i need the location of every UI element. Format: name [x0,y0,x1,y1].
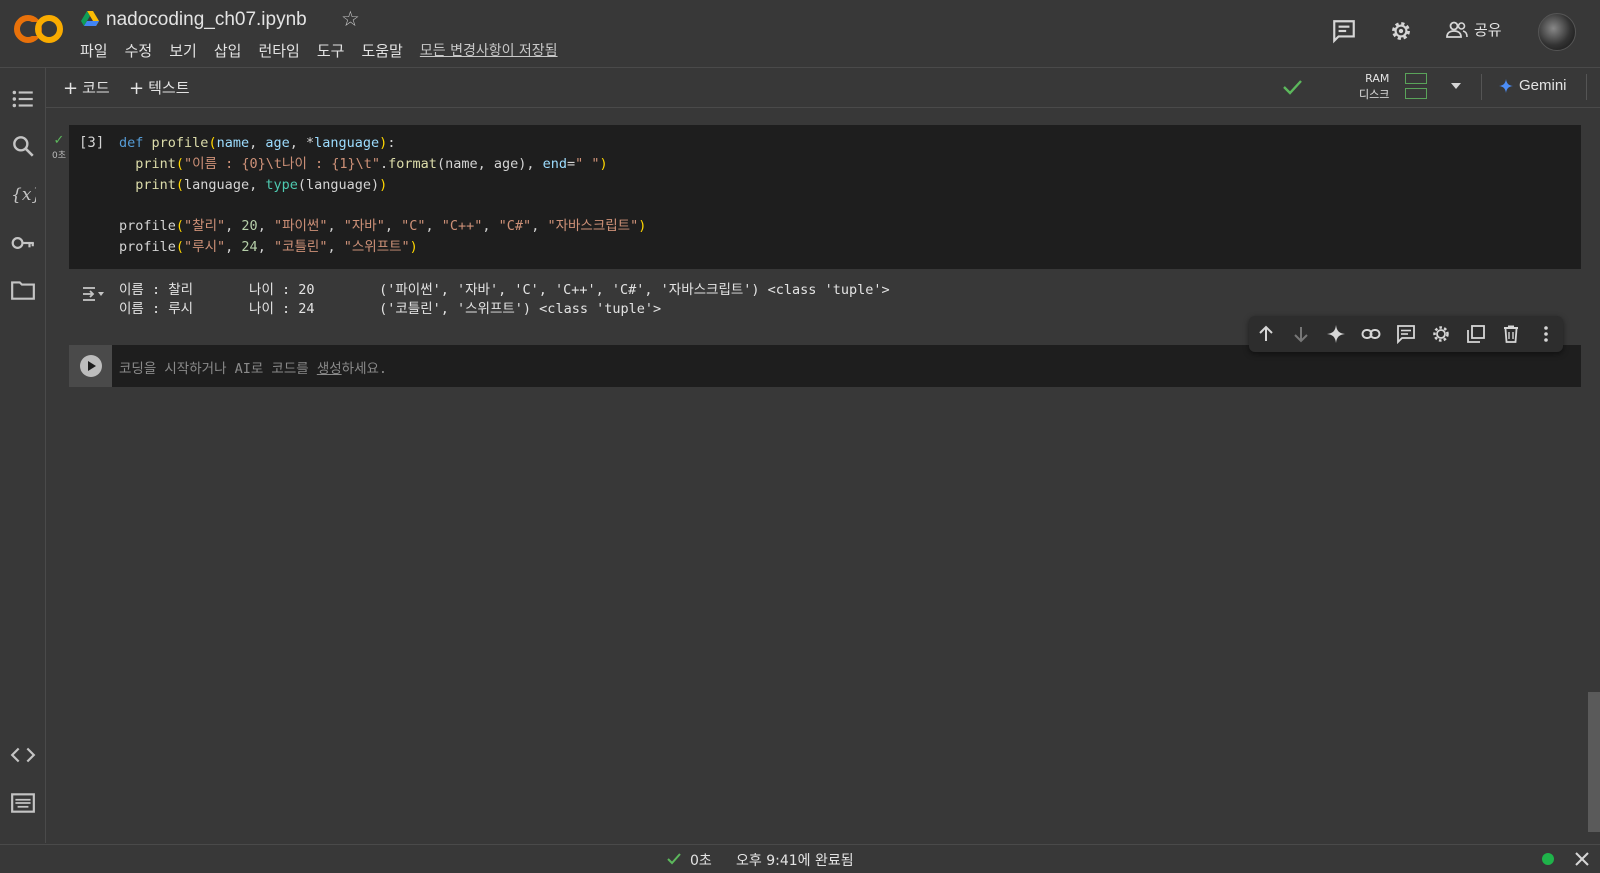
code-line: profile("찰리", 20, "파이썬", "자바", "C", "C++… [119,218,647,235]
sparkle-icon[interactable] [1326,324,1346,344]
plus-icon: + [129,78,145,99]
mirror-icon[interactable] [1466,324,1486,344]
variables-icon[interactable]: {x} [10,181,36,207]
menu-view[interactable]: 보기 [169,40,197,61]
execution-count: [3] [79,135,105,151]
status-exec-time[interactable]: 0초 [690,850,712,870]
output-text: 이름 : 찰리 나이 : 20 ('파이썬', '자바', 'C', 'C++'… [119,281,890,319]
code-line: print("이름 : {0}\t나이 : {1}\t".format(name… [135,155,608,172]
search-icon[interactable] [10,133,36,159]
resource-meters[interactable] [1405,73,1427,103]
add-text-label: 텍스트 [148,79,190,97]
placeholder-text: 코딩을 시작하거나 AI로 코드를 [119,361,317,377]
placeholder-text: 하세요. [341,361,388,377]
output-line: 이름 : 찰리 나이 : 20 ('파이썬', '자바', 'C', 'C++'… [119,282,890,298]
gear-icon[interactable] [1431,324,1451,344]
menu-insert[interactable]: 삽입 [214,40,242,61]
notebook-area: ✓ 0초 [3] def profile(name, age, *languag… [46,108,1600,843]
avatar[interactable] [1538,13,1576,51]
saved-status-link[interactable]: 모든 변경사항이 저장됨 [420,40,558,61]
comment-icon[interactable] [1331,18,1357,44]
code-line: print(language, type(language)) [135,176,388,193]
arrow-down-icon[interactable] [1291,324,1311,344]
svg-text:{x}: {x} [11,185,36,205]
gemini-button[interactable]: Gemini [1499,77,1567,94]
toolbar-divider [1481,74,1482,100]
gemini-sparkle-icon [1499,78,1513,93]
menu-bar: 파일 수정 보기 삽입 런타임 도구 도움말 모든 변경사항이 저장됨 [80,40,558,61]
code-editor[interactable]: def profile(name, age, *language): print… [119,133,646,258]
arrow-up-icon[interactable] [1256,324,1276,344]
cell-placeholder[interactable]: 코딩을 시작하거나 AI로 코드를 생성하세요. [119,357,387,377]
connection-status-dot[interactable] [1542,853,1554,865]
menu-tools[interactable]: 도구 [317,40,345,61]
people-icon [1446,21,1468,38]
cell-output: 이름 : 찰리 나이 : 20 ('파이썬', '자바', 'C', 'C++'… [69,273,1581,321]
header: nadocoding_ch07.ipynb ☆ 파일 수정 보기 삽입 런타임 … [0,0,1600,68]
ram-label: RAM [1365,72,1390,85]
disk-label: 디스크 [1359,88,1390,101]
add-code-button[interactable]: + 코드 [63,77,110,99]
share-label: 공유 [1474,21,1502,39]
runtime-dropdown-icon[interactable] [1449,79,1463,93]
disk-meter [1405,88,1427,99]
notebook-scrollbar[interactable] [1588,692,1600,832]
exec-check-icon: ✓ [53,133,65,148]
left-sidebar: {x} [0,68,46,843]
resource-labels[interactable]: RAM 디스크 [1359,71,1389,103]
output-line: 이름 : 루시 나이 : 24 ('코틀린', '스위프트') <class '… [119,301,662,317]
star-icon[interactable]: ☆ [341,7,360,32]
folder-icon[interactable] [10,277,36,303]
cell-exec-status: ✓ 0초 [50,133,68,161]
cell-toolbar [1249,316,1563,352]
toolbar-divider [1586,74,1587,100]
comment-icon[interactable] [1396,324,1416,344]
status-completed-text[interactable]: 오후 9:41에 완료됨 [736,850,854,870]
status-check-icon [667,853,681,865]
link-icon[interactable] [1361,324,1381,344]
add-text-button[interactable]: + 텍스트 [129,77,190,99]
code-cell[interactable]: [3] def profile(name, age, *language): p… [69,125,1581,269]
run-cell-button[interactable] [80,355,102,377]
run-area [69,345,112,387]
google-drive-icon[interactable] [81,11,99,27]
menu-edit[interactable]: 수정 [125,40,153,61]
status-bar: 0초 오후 9:41에 완료됨 [0,844,1600,873]
close-icon[interactable] [1574,851,1590,867]
settings-gear-icon[interactable] [1388,18,1414,44]
colab-logo-icon[interactable] [14,13,64,45]
add-code-label: 코드 [82,79,110,97]
gemini-label: Gemini [1519,77,1567,94]
more-vert-icon[interactable] [1536,324,1556,344]
command-palette-icon[interactable] [10,790,36,816]
connected-check-icon[interactable] [1281,76,1303,98]
menu-runtime[interactable]: 런타임 [258,40,299,61]
plus-icon: + [63,78,79,99]
code-line: def profile(name, age, *language): [119,135,396,151]
cell-exec-time: 0초 [51,151,66,161]
notebook-title[interactable]: nadocoding_ch07.ipynb [106,9,307,31]
ram-meter [1405,73,1427,84]
notebook-toolbar: + 코드 + 텍스트 RAM 디스크 Gemini [46,68,1600,108]
share-button[interactable]: 공유 [1446,19,1502,40]
output-actions-icon[interactable] [81,284,105,304]
key-icon[interactable] [10,230,36,256]
code-snippets-icon[interactable] [10,742,36,768]
table-of-contents-icon[interactable] [10,86,36,112]
generate-link[interactable]: 생성 [317,361,342,377]
menu-help[interactable]: 도움말 [361,40,402,61]
code-line: profile("루시", 24, "코틀린", "스위프트") [119,238,418,255]
menu-file[interactable]: 파일 [80,40,108,61]
trash-icon[interactable] [1501,324,1521,344]
